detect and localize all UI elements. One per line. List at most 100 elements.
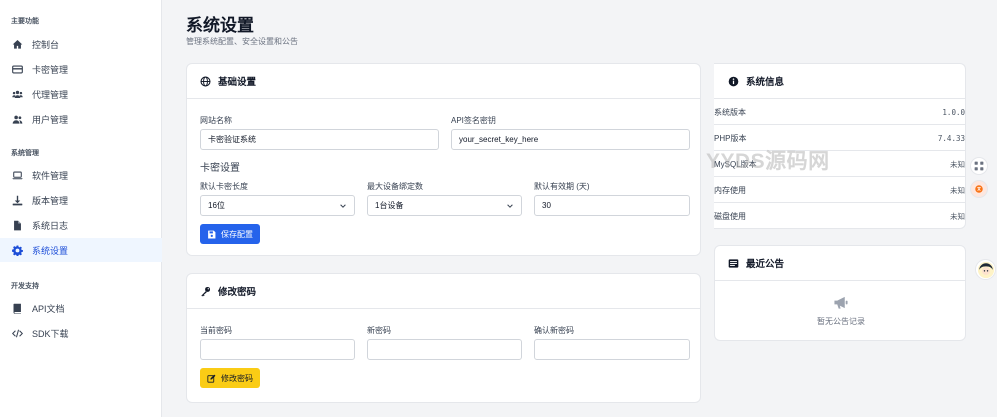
sidebar-item-label: 系统日志 [32, 220, 69, 231]
key-icon [199, 285, 211, 297]
info-label: 内存使用 [714, 185, 746, 195]
basic-settings-title: 基础设置 [218, 77, 257, 88]
announcements-title: 最近公告 [746, 259, 785, 270]
card-settings-heading: 卡密设置 [200, 163, 240, 174]
sidebar-item-logs[interactable]: 系统日志 [0, 213, 162, 237]
users-icon [11, 113, 23, 125]
sidebar-item-label: 版本管理 [32, 195, 69, 206]
sidebar-item-label: SDK下载 [32, 328, 69, 339]
sidebar-item-cards[interactable]: 卡密管理 [0, 57, 162, 81]
info-value: 未知 [950, 185, 965, 195]
chevron-down-icon [507, 204, 513, 208]
book-icon [11, 302, 23, 314]
new-password-label: 新密码 [367, 326, 391, 335]
sidebar-item-sdk[interactable]: SDK下载 [0, 321, 162, 345]
info-value: 1.0.0 [942, 107, 965, 117]
confirm-password-input[interactable] [534, 339, 690, 360]
gear-icon [11, 244, 23, 256]
validity-input[interactable]: 30 [534, 195, 690, 216]
new-password-input[interactable] [367, 339, 522, 360]
info-row-memory: 内存使用 未知 [714, 178, 965, 203]
info-value: 未知 [950, 159, 965, 169]
assistant-avatar[interactable] [975, 259, 996, 280]
info-value: 未知 [950, 212, 965, 221]
announcements-empty-text: 暂无公告记录 [817, 317, 865, 326]
site-name-input[interactable]: 卡密验证系统 [200, 129, 439, 150]
basic-settings-header: 基础设置 [187, 64, 700, 99]
max-devices-label: 最大设备绑定数 [367, 182, 423, 191]
max-devices-value: 1台设备 [375, 201, 404, 210]
info-row-php: PHP版本 7.4.33 [714, 126, 965, 151]
file-icon [11, 219, 23, 231]
site-name-label: 网站名称 [200, 116, 232, 125]
sidebar-item-users[interactable]: 用户管理 [0, 107, 162, 131]
laptop-icon [11, 169, 23, 181]
sidebar-item-settings[interactable]: 系统设置 [0, 238, 162, 262]
system-info-card: 系统信息 系统版本 1.0.0 PHP版本 7.4.33 MySQL版本 未知 … [714, 63, 966, 229]
sidebar-item-label: API文档 [32, 303, 65, 314]
sidebar-item-label: 控制台 [32, 39, 60, 50]
change-password-header: 修改密码 [187, 274, 700, 309]
info-icon [727, 75, 739, 87]
home-icon [11, 38, 23, 50]
sidebar-item-label: 系统设置 [32, 245, 69, 256]
sidebar-item-agents[interactable]: 代理管理 [0, 82, 162, 106]
api-key-input[interactable]: your_secret_key_here [451, 129, 690, 150]
sidebar-item-label: 用户管理 [32, 114, 69, 125]
sidebar-item-software[interactable]: 软件管理 [0, 163, 162, 187]
sidebar: 主要功能 控制台 卡密管理 代理管理 用户管理 系统管理 软件管理 版本管理 系… [0, 0, 162, 417]
info-row-mysql: MySQL版本 未知 [714, 152, 965, 177]
card-length-select[interactable]: 16位 [200, 195, 355, 216]
current-password-label: 当前密码 [200, 326, 232, 335]
card-length-label: 默认卡密长度 [200, 182, 248, 191]
change-password-button[interactable]: 修改密码 [200, 368, 260, 388]
download-icon [11, 194, 23, 206]
system-info-title: 系统信息 [746, 77, 785, 88]
float-apps-button[interactable] [970, 157, 988, 175]
page-title: 系统设置 [186, 16, 254, 35]
change-password-card: 修改密码 当前密码 新密码 确认新密码 修改密码 [186, 273, 701, 403]
info-label: 磁盘使用 [714, 212, 746, 221]
megaphone-icon [834, 296, 848, 309]
avatar-icon [977, 261, 994, 278]
change-password-title: 修改密码 [218, 287, 257, 298]
sidebar-section-main: 主要功能 [11, 18, 39, 25]
edit-icon [207, 374, 216, 383]
card-length-value: 16位 [208, 201, 225, 210]
sidebar-item-label: 软件管理 [32, 170, 69, 181]
confirm-password-label: 确认新密码 [534, 326, 574, 335]
credit-card-icon [11, 63, 23, 75]
info-label: MySQL版本 [714, 159, 757, 169]
sidebar-item-label: 卡密管理 [32, 64, 69, 75]
validity-label: 默认有效期 (天) [534, 182, 590, 191]
current-password-input[interactable] [200, 339, 355, 360]
save-config-button[interactable]: 保存配置 [200, 224, 260, 244]
float-translate-button[interactable] [970, 180, 988, 198]
users-group-icon [11, 88, 23, 100]
sidebar-item-versions[interactable]: 版本管理 [0, 188, 162, 212]
save-icon [208, 230, 216, 238]
sidebar-section-dev: 开发支持 [11, 283, 39, 290]
newspaper-icon [727, 257, 739, 269]
info-row-version: 系统版本 1.0.0 [714, 100, 965, 125]
sidebar-item-api-docs[interactable]: API文档 [0, 296, 162, 320]
max-devices-select[interactable]: 1台设备 [367, 195, 522, 216]
change-password-label: 修改密码 [221, 373, 253, 383]
info-row-disk: 磁盘使用 未知 [714, 204, 965, 229]
sidebar-item-label: 代理管理 [32, 89, 69, 100]
sidebar-section-system: 系统管理 [11, 150, 39, 157]
globe-icon [199, 75, 211, 87]
system-info-header: 系统信息 [714, 64, 965, 99]
api-key-label: API签名密钥 [451, 116, 496, 125]
announcements-card: 最近公告 暂无公告记录 [714, 245, 966, 341]
code-icon [11, 327, 23, 339]
basic-settings-card: 基础设置 网站名称 卡密验证系统 API签名密钥 your_secret_key… [186, 63, 701, 256]
apps-grid-icon [974, 161, 984, 171]
announcements-header: 最近公告 [715, 246, 965, 281]
page-subtitle: 管理系统配置、安全设置和公告 [186, 37, 298, 46]
save-config-label: 保存配置 [221, 229, 253, 239]
sidebar-item-dashboard[interactable]: 控制台 [0, 32, 162, 56]
info-label: 系统版本 [714, 107, 746, 117]
info-label: PHP版本 [714, 133, 747, 143]
info-value: 7.4.33 [937, 133, 965, 143]
